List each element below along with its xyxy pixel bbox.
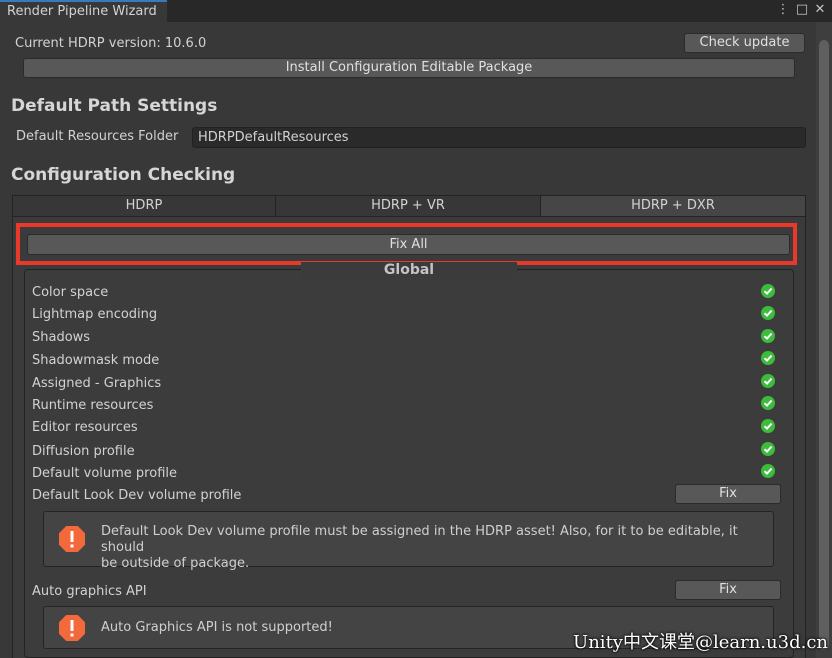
default-path-settings-heading: Default Path Settings xyxy=(11,96,218,116)
install-configuration-package-button[interactable]: Install Configuration Editable Package xyxy=(23,58,795,78)
configuration-checking-heading: Configuration Checking xyxy=(11,165,236,185)
look-dev-error-line-1: Default Look Dev volume profile must be … xyxy=(101,524,738,555)
check-editor-resources: Editor resources xyxy=(32,420,138,435)
check-default-volume-profile: Default volume profile xyxy=(32,466,177,481)
check-runtime-resources: Runtime resources xyxy=(32,398,154,413)
check-ok-icon xyxy=(761,419,775,433)
check-default-look-dev-volume-profile: Default Look Dev volume profile xyxy=(32,488,242,503)
check-shadows: Shadows xyxy=(32,330,91,345)
check-ok-icon xyxy=(761,329,775,343)
fix-auto-graphics-api-button[interactable]: Fix xyxy=(675,580,781,600)
watermark: Unity中文课堂@learn.u3d.cn xyxy=(573,632,828,653)
tab-hdrp[interactable]: HDRP xyxy=(12,195,276,217)
default-resources-folder-value: HDRPDefaultResources xyxy=(198,130,349,145)
check-ok-icon xyxy=(761,284,775,298)
check-ok-icon xyxy=(761,351,775,365)
close-icon[interactable]: ✕ xyxy=(812,1,828,19)
configuration-tabs: HDRP HDRP + VR HDRP + DXR xyxy=(12,195,806,217)
fix-look-dev-button[interactable]: Fix xyxy=(675,484,781,504)
check-ok-icon xyxy=(761,374,775,388)
error-icon xyxy=(59,526,85,552)
look-dev-error-box: Default Look Dev volume profile must be … xyxy=(43,511,774,571)
check-lightmap-encoding: Lightmap encoding xyxy=(32,307,158,322)
scrollbar-thumb[interactable] xyxy=(819,40,829,650)
fix-all-button[interactable]: Fix All xyxy=(27,234,790,255)
check-color-space: Color space xyxy=(32,285,109,300)
window-title: Render Pipeline Wizard xyxy=(7,4,157,19)
check-assigned-graphics: Assigned - Graphics xyxy=(32,376,162,391)
check-ok-icon xyxy=(761,306,775,320)
default-resources-folder-label: Default Resources Folder xyxy=(16,129,179,144)
check-update-button[interactable]: Check update xyxy=(684,33,805,53)
global-group-title: Global xyxy=(301,262,517,278)
check-ok-icon xyxy=(761,396,775,410)
check-ok-icon xyxy=(761,464,775,478)
hdrp-version-label: Current HDRP version: 10.6.0 xyxy=(15,36,207,51)
window-tab[interactable]: Render Pipeline Wizard xyxy=(0,0,167,22)
error-icon xyxy=(59,615,85,641)
check-diffusion-profile: Diffusion profile xyxy=(32,444,135,459)
menu-icon[interactable]: ⋮ xyxy=(775,1,791,19)
check-ok-icon xyxy=(761,442,775,456)
look-dev-error-line-2: be outside of package. xyxy=(101,556,250,571)
tab-hdrp-vr[interactable]: HDRP + VR xyxy=(275,195,541,217)
tab-hdrp-dxr[interactable]: HDRP + DXR xyxy=(540,195,806,217)
check-shadowmask-mode: Shadowmask mode xyxy=(32,353,160,368)
window-tab-bar: Render Pipeline Wizard ⋮ □ ✕ xyxy=(0,0,832,22)
maximize-icon[interactable]: □ xyxy=(794,1,810,19)
auto-graphics-api-error-text: Auto Graphics API is not supported! xyxy=(101,620,333,635)
check-auto-graphics-api: Auto graphics API xyxy=(32,584,147,599)
default-resources-folder-field[interactable]: HDRPDefaultResources xyxy=(192,127,806,148)
